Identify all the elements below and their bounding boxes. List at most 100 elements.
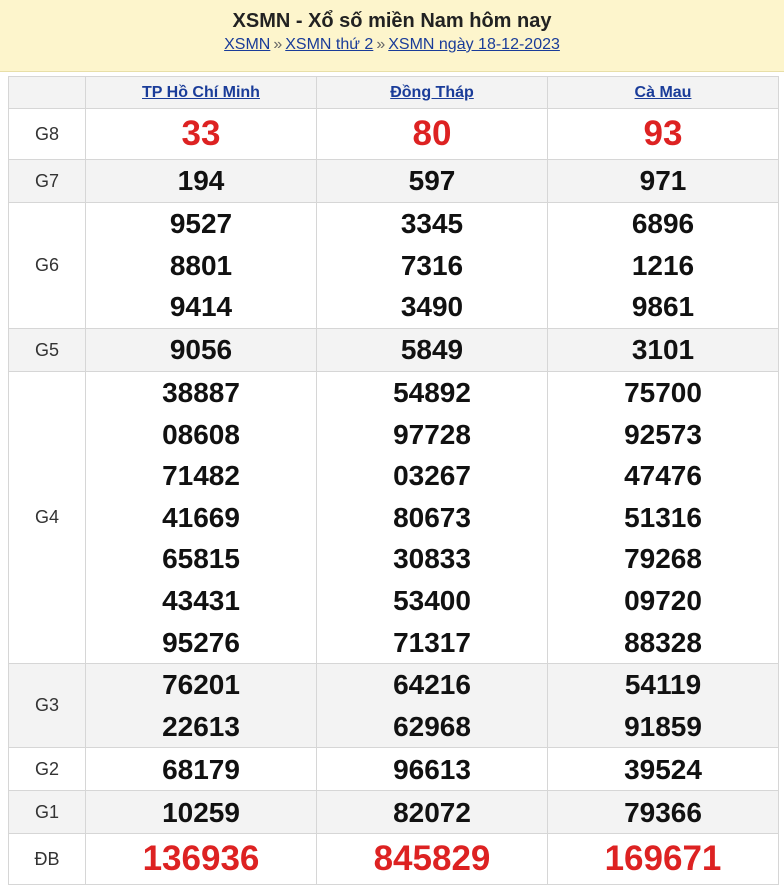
prize-label: G8 [8, 108, 86, 160]
prize-cell: 79366 [547, 790, 779, 835]
prize-number: 194 [177, 165, 225, 197]
prize-number: 136936 [142, 839, 260, 879]
prize-number: 9414 [169, 291, 233, 323]
prize-row-g4: G4 38887 08608 71482 41669 65815 43431 95276 548… [8, 370, 779, 665]
prize-cell: 64216 62968 [316, 663, 548, 749]
breadcrumb-separator: » [273, 36, 283, 53]
prize-cell: 54892 97728 03267 80673 30833 53400 71317 [316, 370, 548, 665]
prize-row-g2: G2 68179 96613 39524 [8, 747, 779, 792]
prize-row-g5: G5 9056 5849 3101 [8, 328, 779, 372]
results-table: TP Hồ Chí Minh Đồng Tháp Cà Mau G8 33 80 93… [8, 76, 779, 885]
prize-number: 597 [408, 165, 456, 197]
province-link-ca-mau[interactable]: Cà Mau [635, 84, 692, 101]
prize-number: 82072 [393, 796, 471, 828]
prize-label: G5 [8, 328, 86, 372]
corner-cell [8, 76, 86, 109]
province-header-row: TP Hồ Chí Minh Đồng Tháp Cà Mau [8, 76, 779, 109]
prize-number: 76201 [162, 669, 240, 701]
prize-number: 71317 [393, 626, 471, 658]
prize-label: G1 [8, 790, 86, 835]
prize-cell: 68179 [85, 747, 317, 792]
prize-number: 88328 [624, 626, 702, 658]
prize-cell: 169671 [547, 833, 779, 885]
prize-number: 95276 [162, 626, 240, 658]
prize-number: 971 [639, 165, 687, 197]
prize-cell: 9527 8801 9414 [85, 202, 317, 329]
prize-number: 54119 [624, 669, 702, 701]
prize-number: 47476 [624, 460, 702, 492]
prize-number: 53400 [393, 584, 471, 616]
page-title: XSMN - Xổ số miền Nam hôm nay [232, 10, 552, 32]
prize-number: 09720 [624, 584, 702, 616]
prize-label: G2 [8, 747, 86, 792]
prize-number: 43431 [162, 584, 240, 616]
prize-number: 71482 [162, 460, 240, 492]
province-link-dong-thap[interactable]: Đồng Tháp [390, 84, 474, 101]
prize-cell: 6896 1216 9861 [547, 202, 779, 329]
prize-number: 9861 [631, 291, 695, 323]
prize-row-db: ĐB 136936 845829 169671 [8, 833, 779, 885]
prize-number: 96613 [393, 753, 471, 785]
prize-number: 39524 [624, 753, 702, 785]
prize-row-g3: G3 76201 22613 64216 62968 54119 91859 [8, 663, 779, 749]
prize-number: 51316 [624, 501, 702, 533]
prize-number: 8801 [169, 249, 233, 281]
province-header: Đồng Tháp [316, 76, 548, 109]
prize-cell: 136936 [85, 833, 317, 885]
prize-row-g8: G8 33 80 93 [8, 108, 779, 160]
prize-cell: 82072 [316, 790, 548, 835]
prize-cell: 3101 [547, 328, 779, 372]
prize-number: 169671 [604, 839, 722, 879]
prize-row-g6: G6 9527 8801 9414 3345 7316 3490 6896 1216 9861 [8, 202, 779, 329]
prize-number: 08608 [162, 418, 240, 450]
prize-cell: 38887 08608 71482 41669 65815 43431 95276 [85, 370, 317, 665]
prize-number: 9056 [169, 334, 233, 366]
prize-number: 62968 [393, 710, 471, 742]
breadcrumb-link-xsmn[interactable]: XSMN [224, 36, 270, 53]
prize-number: 54892 [393, 377, 471, 408]
breadcrumb-link-xsmn-thu-2[interactable]: XSMN thứ 2 [285, 36, 373, 53]
prize-cell: 93 [547, 108, 779, 160]
prize-number: 3490 [400, 291, 464, 323]
prize-number: 22613 [162, 710, 240, 742]
breadcrumb-separator: » [376, 36, 386, 53]
breadcrumb-link-xsmn-date[interactable]: XSMN ngày 18-12-2023 [388, 36, 560, 53]
prize-number: 80673 [393, 501, 471, 533]
prize-cell: 194 [85, 159, 317, 203]
prize-number: 41669 [162, 501, 240, 533]
prize-label: G3 [8, 663, 86, 749]
prize-cell: 80 [316, 108, 548, 160]
prize-cell: 96613 [316, 747, 548, 792]
prize-cell: 33 [85, 108, 317, 160]
prize-number: 92573 [624, 418, 702, 450]
prize-number: 33 [181, 114, 221, 153]
prize-number: 93 [643, 114, 683, 153]
province-link-tp-ho-chi-minh[interactable]: TP Hồ Chí Minh [142, 84, 260, 101]
prize-cell: 76201 22613 [85, 663, 317, 749]
prize-cell: 9056 [85, 328, 317, 372]
prize-number: 9527 [169, 208, 233, 240]
prize-cell: 75700 92573 47476 51316 79268 09720 88328 [547, 370, 779, 665]
prize-number: 7316 [400, 249, 464, 281]
prize-number: 75700 [624, 377, 702, 408]
prize-number: 68179 [162, 753, 240, 785]
prize-row-g7: G7 194 597 971 [8, 159, 779, 203]
prize-row-g1: G1 10259 82072 79366 [8, 790, 779, 835]
prize-number: 03267 [393, 460, 471, 492]
prize-label: G6 [8, 202, 86, 329]
prize-number: 80 [412, 114, 452, 153]
province-header: TP Hồ Chí Minh [85, 76, 317, 109]
prize-number: 65815 [162, 543, 240, 575]
prize-cell: 845829 [316, 833, 548, 885]
page-header: XSMN - Xổ số miền Nam hôm nay XSMN» XSMN … [0, 0, 784, 72]
prize-number: 30833 [393, 543, 471, 575]
prize-number: 5849 [400, 334, 464, 366]
province-header: Cà Mau [547, 76, 779, 109]
prize-label: G4 [8, 370, 86, 665]
breadcrumb: XSMN» XSMN thứ 2» XSMN ngày 18-12-2023 [0, 34, 784, 56]
prize-label: ĐB [8, 833, 86, 885]
prize-number: 845829 [373, 839, 491, 879]
prize-number: 38887 [162, 377, 240, 408]
prize-number: 79268 [624, 543, 702, 575]
prize-cell: 971 [547, 159, 779, 203]
